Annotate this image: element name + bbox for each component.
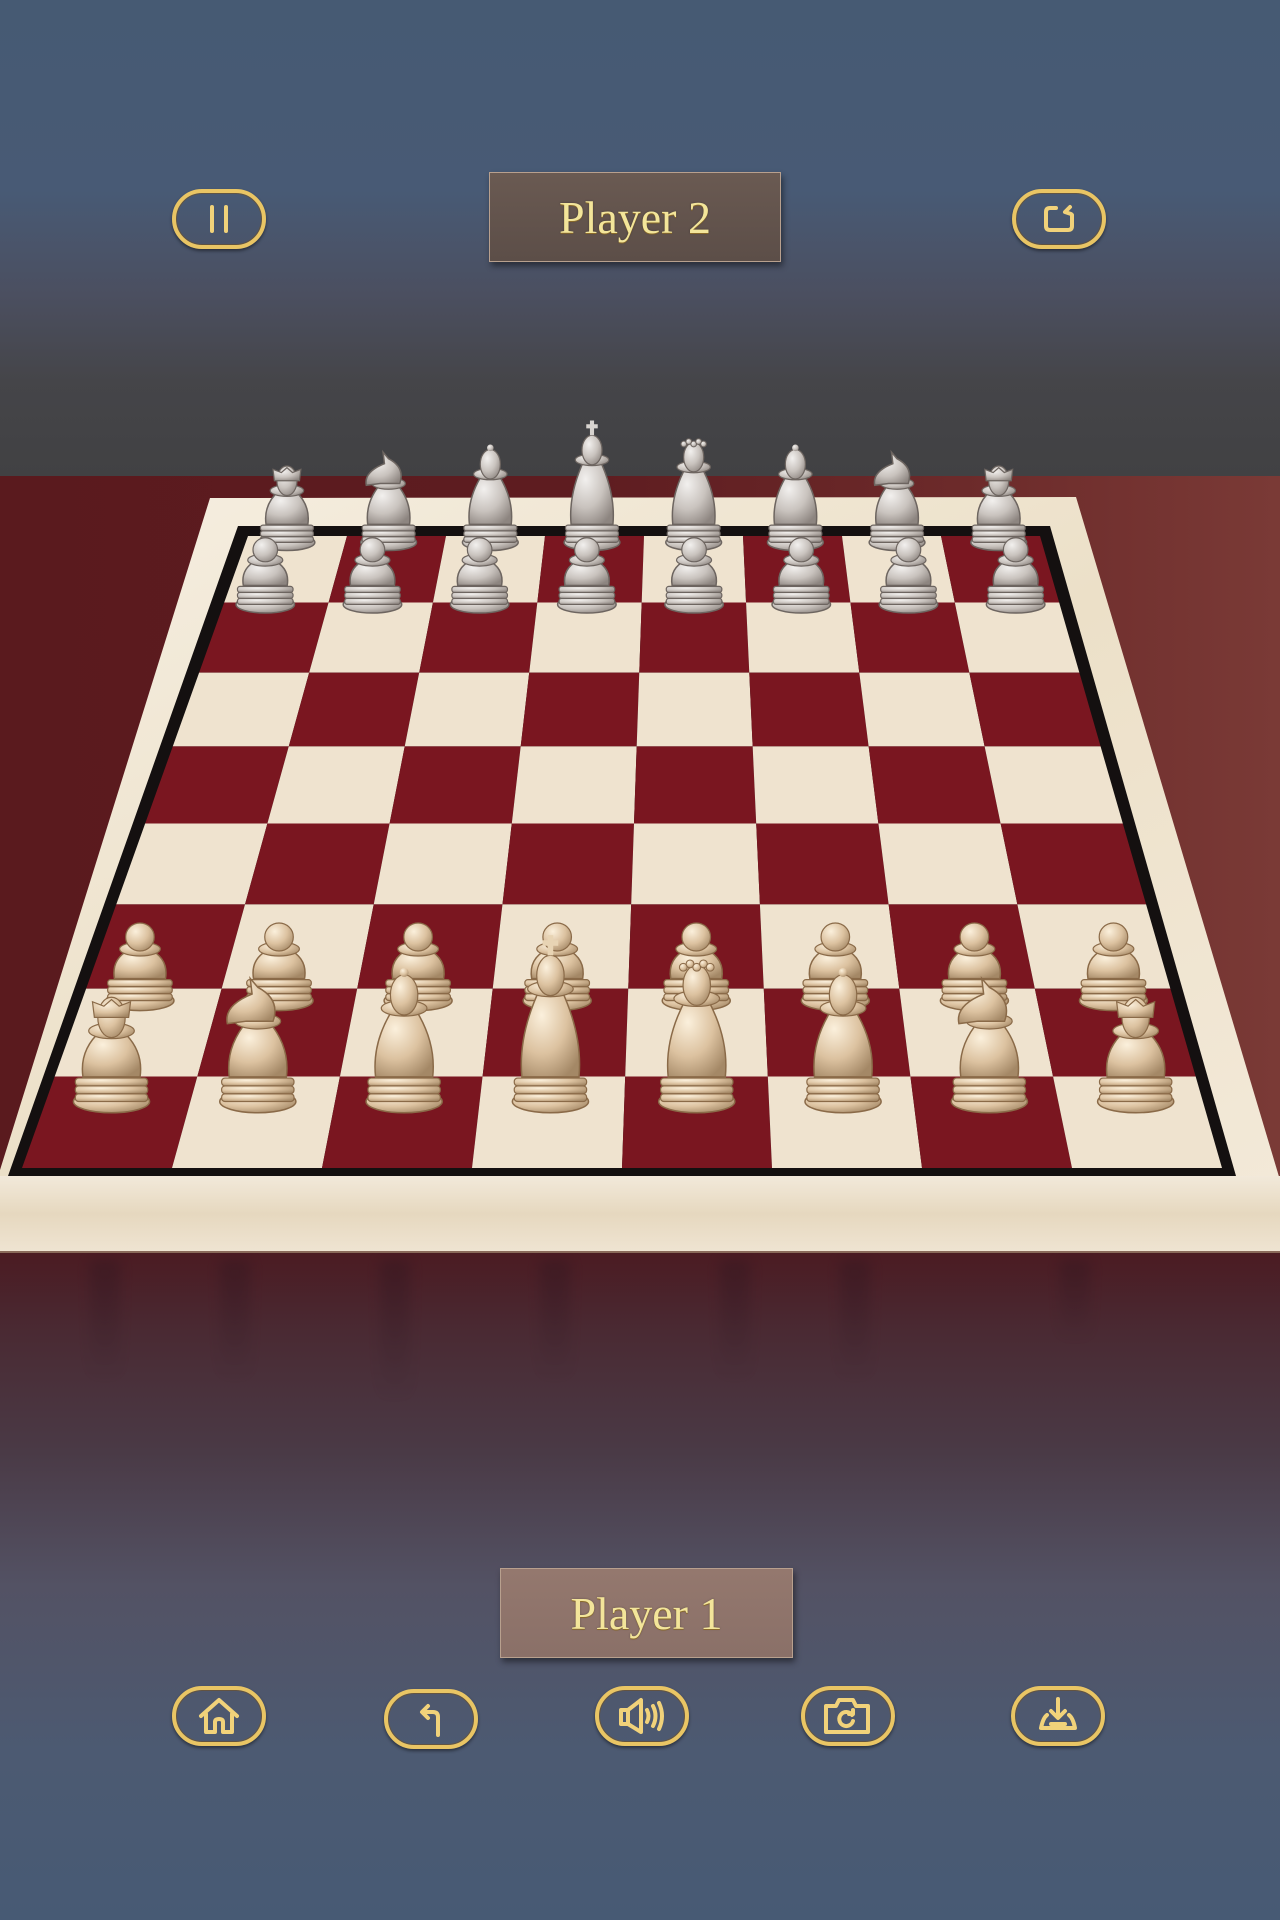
board-square-f6[interactable] — [749, 672, 869, 747]
board-square-b4[interactable] — [245, 823, 390, 905]
speaker-icon — [619, 1698, 664, 1734]
save-game-button[interactable] — [1011, 1686, 1105, 1746]
sound-button[interactable] — [595, 1686, 689, 1746]
board-square-b6[interactable] — [288, 672, 420, 747]
board-square-d5[interactable] — [511, 746, 637, 824]
home-button[interactable] — [172, 1686, 266, 1746]
camera-view-button[interactable] — [801, 1686, 895, 1746]
player-2-label: Player 2 — [489, 172, 781, 262]
board-frame-front-edge — [0, 1176, 1280, 1252]
camera-rotate-icon — [824, 1698, 870, 1734]
rotate-board-button[interactable] — [1012, 189, 1106, 249]
board-square-c5[interactable] — [389, 746, 521, 824]
pause-icon — [210, 205, 228, 233]
board-square-h4[interactable] — [1000, 823, 1147, 905]
board-square-f5[interactable] — [752, 746, 879, 824]
board-square-h6[interactable] — [969, 672, 1101, 747]
undo-button[interactable] — [384, 1689, 478, 1749]
home-icon — [199, 1698, 239, 1734]
queen-piece[interactable] — [665, 438, 723, 552]
board-square-g6[interactable] — [859, 672, 985, 747]
board-square-d6[interactable] — [520, 672, 640, 747]
bishop-piece[interactable] — [461, 444, 519, 552]
board-square-c6[interactable] — [404, 672, 530, 747]
king-piece[interactable] — [563, 420, 621, 552]
undo-arrow-icon — [420, 1704, 440, 1737]
player-2-name: Player 2 — [558, 191, 711, 243]
board-square-c4[interactable] — [373, 823, 512, 905]
board-square-e4[interactable] — [631, 823, 760, 905]
rotate-board-icon — [1044, 205, 1074, 232]
board-square-h5[interactable] — [984, 746, 1123, 824]
game-scene: Player 2 Player 1 — [0, 0, 1280, 1920]
board-square-g4[interactable] — [878, 823, 1018, 905]
board-square-b5[interactable] — [267, 746, 405, 824]
board-square-f4[interactable] — [756, 823, 889, 905]
pause-button[interactable] — [172, 189, 266, 249]
player-1-label: Player 1 — [500, 1568, 793, 1658]
board-square-e6[interactable] — [636, 672, 753, 747]
board-square-e5[interactable] — [633, 746, 757, 824]
download-tray-icon — [1039, 1697, 1077, 1730]
board-square-d4[interactable] — [502, 823, 634, 905]
board-square-g5[interactable] — [868, 746, 1001, 824]
player-1-name: Player 1 — [570, 1587, 723, 1639]
